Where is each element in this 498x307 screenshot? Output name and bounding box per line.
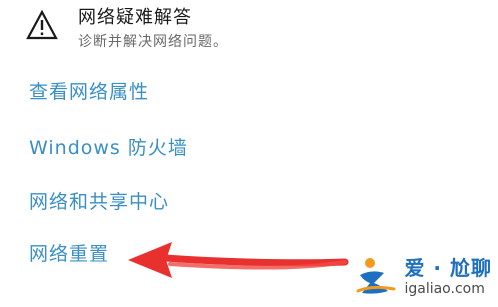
watermark: 爱 · 尬聊 igaliao.com xyxy=(354,255,492,299)
watermark-brand: 爱 · 尬聊 xyxy=(404,256,492,280)
brand-logo-icon xyxy=(356,258,396,294)
watermark-url: igaliao.com xyxy=(404,281,485,297)
